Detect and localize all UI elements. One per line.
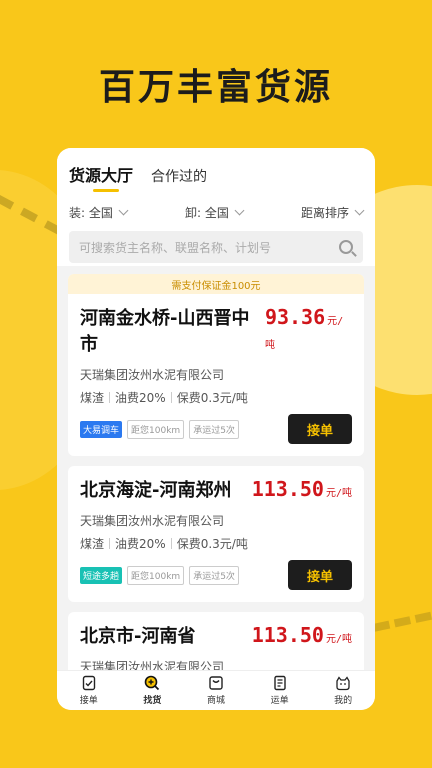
price-unit: 元/吨 [325,634,352,645]
route-title: 北京市-河南省 [80,626,196,647]
nav-label: 运单 [270,696,289,706]
cargo-type: 煤渣 [80,391,105,405]
oil-fee: 油费20% [115,537,166,551]
nav-item-orders[interactable]: 接单 [80,675,98,706]
card-body: 北京海淀-河南郑州 113.50 元/吨 天瑞集团汝州水泥有限公司 煤渣 油费20… [68,466,364,602]
route-title: 北京海淀-河南郑州 [80,480,232,501]
nav-label: 我的 [334,696,353,706]
search-placeholder: 可搜索货主名称、联盟名称、计划号 [79,240,272,255]
nav-label: 接单 [79,696,98,706]
card-footer: 大易调车 距您100km 承运过5次 接单 [80,414,352,444]
nav-item-profile[interactable]: 我的 [334,675,352,706]
app-screen: 货源大厅 合作过的 装: 全国 卸: 全国 距离排序 可搜索货主名称、联盟名称、… [57,148,375,710]
cargo-card[interactable]: 北京海淀-河南郑州 113.50 元/吨 天瑞集团汝州水泥有限公司 煤渣 油费20… [68,466,364,602]
price: 93.36 元/吨 [265,305,352,353]
tag-badge: 短途多趟 [80,566,123,584]
distance-badge: 距您100km [127,565,185,585]
top-panel: 货源大厅 合作过的 装: 全国 卸: 全国 距离排序 可搜索货主名称、联盟名称、… [57,148,375,266]
filter-unload-location[interactable]: 卸: 全国 [184,204,245,221]
price-value: 93.36 [264,305,326,329]
filter-unload-label: 卸: 全国 [184,206,229,220]
nav-label: 商城 [206,696,225,706]
nav-item-find-goods[interactable]: 找货 [143,675,161,706]
filter-sort-label: 距离排序 [300,206,349,220]
card-header: 河南金水桥-山西晋中市 93.36 元/吨 [80,304,352,356]
cargo-details: 煤渣 油费20% 保费0.3元/吨 [80,535,352,552]
oil-fee: 油费20% [115,391,166,405]
tab-bar: 货源大厅 合作过的 [57,148,375,192]
card-header: 北京市-河南省 113.50 元/吨 [80,622,352,648]
search-icon[interactable] [339,240,353,254]
chevron-down-icon [118,205,129,216]
card-header: 北京海淀-河南郑州 113.50 元/吨 [80,476,352,502]
cargo-list: 需支付保证金100元 河南金水桥-山西晋中市 93.36 元/吨 天瑞集团汝州水泥… [57,266,375,687]
shop-bag-icon [209,676,223,690]
trips-badge: 承运过5次 [189,565,239,585]
order-check-icon [82,675,95,691]
divider [109,392,111,403]
nav-item-waybill[interactable]: 运单 [271,675,289,706]
price: 113.50 元/吨 [252,477,352,501]
price: 113.50 元/吨 [252,623,352,647]
bottom-nav: 接单 找货 商城 运单 我的 [57,670,375,710]
price-value: 113.50 [251,623,324,647]
tag-badge: 大易调车 [80,420,123,438]
nav-label: 找货 [143,696,162,706]
tab-cooperated[interactable]: 合作过的 [151,166,207,192]
search-goods-icon [145,675,160,691]
badge-group: 大易调车 距您100km 承运过5次 [80,419,239,439]
profile-icon [336,676,350,691]
accept-order-button[interactable]: 接单 [288,560,352,590]
divider [109,538,111,549]
cargo-card[interactable]: 需支付保证金100元 河南金水桥-山西晋中市 93.36 元/吨 天瑞集团汝州水泥… [68,274,364,456]
route-title: 河南金水桥-山西晋中市 [80,308,250,355]
cargo-type: 煤渣 [80,537,105,551]
accept-order-button[interactable]: 接单 [288,414,352,444]
filter-bar: 装: 全国 卸: 全国 距离排序 [57,192,375,221]
card-footer: 短途多趟 距您100km 承运过5次 接单 [80,560,352,590]
company-name: 天瑞集团汝州水泥有限公司 [80,514,225,528]
badge-group: 短途多趟 距您100km 承运过5次 [80,565,239,585]
waybill-icon [273,675,286,691]
price-unit: 元/吨 [325,488,352,499]
divider [170,392,172,403]
filter-load-location[interactable]: 装: 全国 [69,204,129,221]
chevron-down-icon [354,205,365,216]
insurance-fee: 保费0.3元/吨 [176,391,248,405]
filter-sort[interactable]: 距离排序 [300,204,365,221]
company-name: 天瑞集团汝州水泥有限公司 [80,368,225,382]
trips-badge: 承运过5次 [189,419,239,439]
deposit-notice: 需支付保证金100元 [68,274,364,294]
distance-badge: 距您100km [127,419,185,439]
divider [170,538,172,549]
insurance-fee: 保费0.3元/吨 [176,537,248,551]
tab-cargo-hall[interactable]: 货源大厅 [69,162,133,192]
nav-item-shop[interactable]: 商城 [207,675,225,706]
chevron-down-icon [234,205,245,216]
card-body: 河南金水桥-山西晋中市 93.36 元/吨 天瑞集团汝州水泥有限公司 煤渣 油费2… [68,294,364,456]
banner-title: 百万丰富货源 [98,67,333,108]
cargo-details: 煤渣 油费20% 保费0.3元/吨 [80,389,352,406]
search-input[interactable]: 可搜索货主名称、联盟名称、计划号 [69,231,363,263]
filter-load-label: 装: 全国 [69,206,113,220]
price-value: 113.50 [251,477,324,501]
